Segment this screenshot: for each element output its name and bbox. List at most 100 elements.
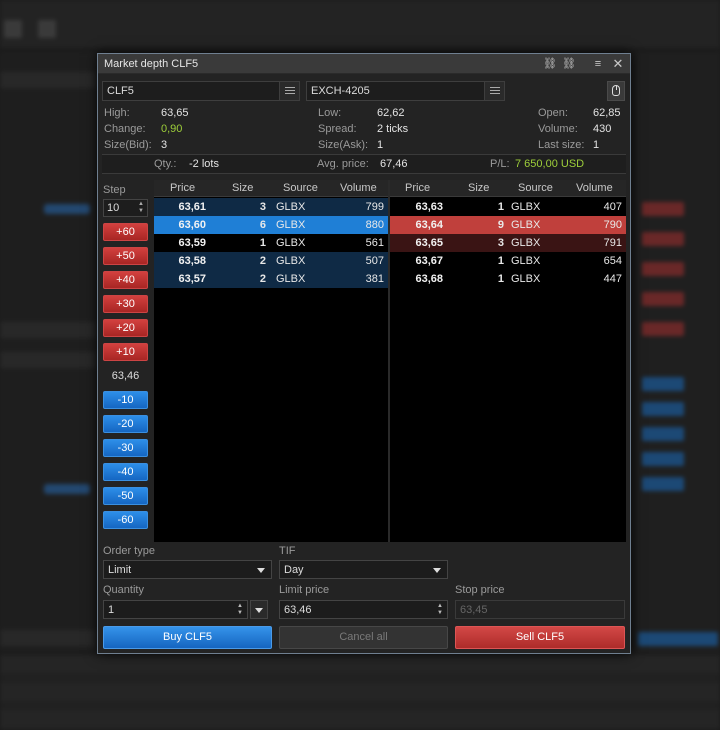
step-plus-button[interactable]: +30 bbox=[103, 295, 148, 313]
bg-icon bbox=[38, 20, 56, 38]
bg-bar bbox=[0, 72, 96, 88]
size-ask-label: Size(Ask): bbox=[318, 139, 369, 151]
ask-source-cell: GLBX bbox=[511, 219, 541, 231]
step-minus-button[interactable]: -20 bbox=[103, 415, 148, 433]
quantity-dropdown-button[interactable] bbox=[250, 600, 268, 619]
ask-volume-cell: 654 bbox=[603, 255, 622, 267]
mouse-icon bbox=[612, 85, 620, 96]
step-minus-button[interactable]: -10 bbox=[103, 391, 148, 409]
low-value: 62,62 bbox=[377, 107, 405, 119]
exchange-field[interactable]: EXCH-4205 bbox=[306, 81, 505, 101]
ask-row[interactable]: 63,65 3 GLBX 791 bbox=[390, 234, 626, 252]
step-minus-button[interactable]: -40 bbox=[103, 463, 148, 481]
link-icon[interactable]: ⛓ bbox=[542, 57, 558, 71]
bid-volume-cell: 381 bbox=[365, 273, 384, 285]
bg-marker bbox=[44, 484, 90, 494]
bg-btn bbox=[642, 427, 684, 441]
bg-btn bbox=[642, 202, 684, 216]
open-value: 62,85 bbox=[593, 107, 621, 119]
step-plus-button[interactable]: +10 bbox=[103, 343, 148, 361]
step-label: Step bbox=[103, 184, 126, 196]
bid-row[interactable]: 63,57 2 GLBX 381 bbox=[154, 270, 388, 288]
quantity-input[interactable]: 1 ▲ ▼ bbox=[103, 600, 248, 619]
bg-bar bbox=[0, 322, 96, 338]
tif-select[interactable]: Day bbox=[279, 560, 448, 579]
buy-button[interactable]: Buy CLF5 bbox=[103, 626, 272, 649]
bg-bar bbox=[0, 630, 96, 646]
bg-marker bbox=[44, 204, 90, 214]
mouse-trading-button[interactable] bbox=[607, 81, 625, 101]
step-minus-button[interactable]: -60 bbox=[103, 511, 148, 529]
ask-row[interactable]: 63,63 1 GLBX 407 bbox=[390, 198, 626, 216]
step-plus-button[interactable]: +60 bbox=[103, 223, 148, 241]
bid-size-cell: 1 bbox=[259, 237, 266, 249]
link-group-icon[interactable]: ⛓ bbox=[561, 57, 577, 71]
step-spinner-icon[interactable]: ▲ ▼ bbox=[138, 201, 144, 215]
size-bid-label: Size(Bid): bbox=[104, 139, 152, 151]
bg-toolbar bbox=[0, 0, 720, 48]
tif-label: TIF bbox=[279, 545, 296, 557]
close-icon[interactable]: ✕ bbox=[610, 57, 626, 71]
bid-price-cell: 63,57 bbox=[178, 273, 206, 285]
avg-price-value: 67,46 bbox=[380, 158, 408, 170]
spread-label: Spread: bbox=[318, 123, 357, 135]
step-input[interactable]: 10 ▲ ▼ bbox=[103, 199, 148, 217]
quantity-spinner-icon[interactable]: ▲ ▼ bbox=[237, 603, 243, 617]
low-label: Low: bbox=[318, 107, 342, 119]
bid-row[interactable]: 63,58 2 GLBX 507 bbox=[154, 252, 388, 270]
bg-btn bbox=[642, 292, 684, 306]
pl-value: 7 650,00 USD bbox=[515, 158, 585, 170]
title-bar[interactable]: Market depth CLF5 ⛓ ⛓ ≡ ✕ bbox=[98, 54, 630, 74]
limit-price-input[interactable]: 63,46 ▲ ▼ bbox=[279, 600, 448, 619]
bid-row[interactable]: 63,59 1 GLBX 561 bbox=[154, 234, 388, 252]
order-type-label: Order type bbox=[103, 545, 155, 557]
volume-value: 430 bbox=[593, 123, 612, 135]
bid-row[interactable]: 63,61 3 GLBX 799 bbox=[154, 198, 388, 216]
window-title: Market depth CLF5 bbox=[104, 58, 199, 70]
ask-price-cell: 63,65 bbox=[415, 237, 443, 249]
symbol-list-button[interactable] bbox=[279, 82, 299, 100]
step-minus-button[interactable]: -50 bbox=[103, 487, 148, 505]
spread-value: 2 ticks bbox=[377, 123, 409, 135]
sell-button[interactable]: Sell CLF5 bbox=[455, 626, 625, 649]
exchange-list-button[interactable] bbox=[484, 82, 504, 100]
ask-source-cell: GLBX bbox=[511, 201, 541, 213]
bid-source-cell: GLBX bbox=[276, 273, 306, 285]
asks-col-source: Source bbox=[518, 182, 553, 194]
ask-volume-cell: 790 bbox=[603, 219, 622, 231]
step-value: 10 bbox=[107, 202, 120, 214]
open-label: Open: bbox=[538, 107, 568, 119]
step-plus-button[interactable]: +20 bbox=[103, 319, 148, 337]
bids-col-price: Price bbox=[170, 182, 196, 194]
bg-positions-panel bbox=[0, 655, 720, 730]
bg-row bbox=[0, 683, 720, 701]
ask-row[interactable]: 63,68 1 GLBX 447 bbox=[390, 270, 626, 288]
tif-value: Day bbox=[284, 564, 304, 576]
step-plus-button[interactable]: +50 bbox=[103, 247, 148, 265]
asks-col-volume: Volume bbox=[576, 182, 613, 194]
ask-size-cell: 3 bbox=[497, 237, 504, 249]
ask-row[interactable]: 63,64 9 GLBX 790 bbox=[390, 216, 626, 234]
bid-source-cell: GLBX bbox=[276, 201, 306, 213]
bg-depth-panel bbox=[636, 52, 720, 652]
limit-price-value: 63,46 bbox=[284, 604, 312, 616]
ask-row[interactable]: 63,67 1 GLBX 654 bbox=[390, 252, 626, 270]
position-bar: Qty.: -2 lots Avg. price: 67,46 P/L: 7 6… bbox=[102, 154, 626, 174]
bid-volume-cell: 799 bbox=[365, 201, 384, 213]
step-plus-button[interactable]: +40 bbox=[103, 271, 148, 289]
step-minus-button[interactable]: -30 bbox=[103, 439, 148, 457]
symbol-field[interactable]: CLF5 bbox=[102, 81, 300, 101]
limit-price-spinner-icon[interactable]: ▲ ▼ bbox=[437, 603, 443, 617]
bg-icon bbox=[4, 20, 22, 38]
order-type-select[interactable]: Limit bbox=[103, 560, 272, 579]
change-value: 0,90 bbox=[161, 123, 183, 135]
bg-btn bbox=[642, 377, 684, 391]
menu-icon[interactable]: ≡ bbox=[590, 57, 606, 71]
asks-header: Price Size Source Volume bbox=[390, 180, 626, 197]
change-label: Change: bbox=[104, 123, 146, 135]
symbol-value: CLF5 bbox=[107, 85, 134, 97]
asks-table: Price Size Source Volume 63,63 1 GLBX 407 63… bbox=[390, 180, 626, 542]
chevron-down-icon bbox=[255, 608, 263, 613]
bid-row[interactable]: 63,60 6 GLBX 880 bbox=[154, 216, 388, 234]
bids-table: Price Size Source Volume 63,61 3 GLBX 799 63… bbox=[154, 180, 388, 542]
